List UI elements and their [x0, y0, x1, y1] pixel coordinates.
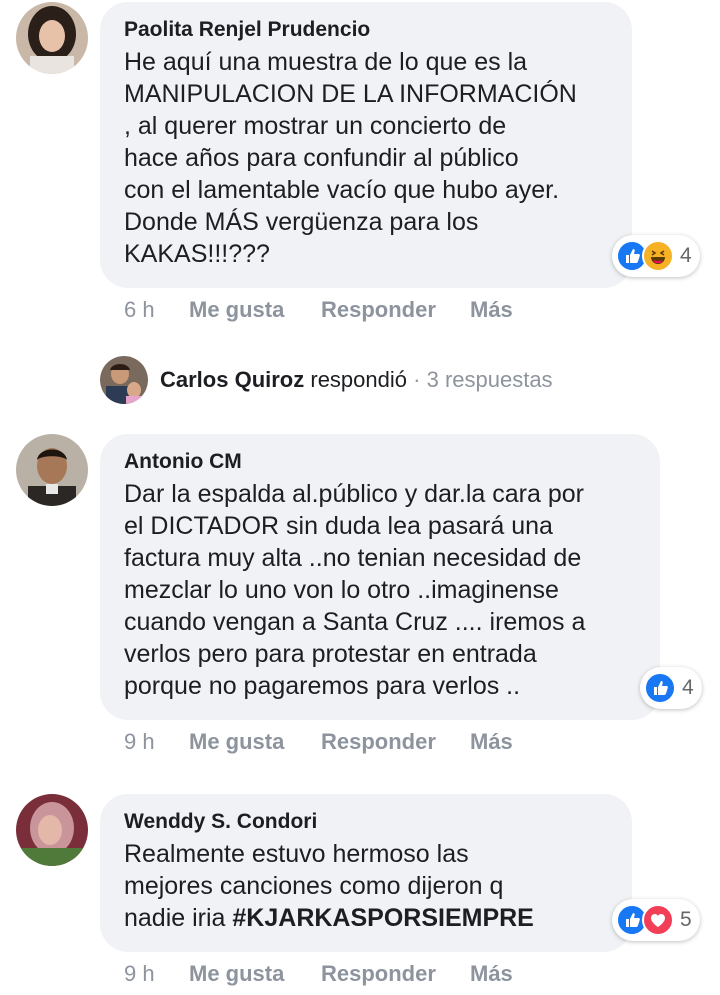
reply-summary[interactable]: Carlos Quiroz respondió · 3 respuestas	[160, 365, 553, 395]
comment-line: el DICTADOR sin duda lea pasará una	[124, 512, 553, 540]
comment-actions: 6 h Me gusta Responder Más	[124, 295, 544, 325]
avatar[interactable]	[16, 2, 88, 74]
comment-actions: 9 h Me gusta Responder Más	[124, 959, 544, 989]
comment-author[interactable]: Paolita Renjel Prudencio	[124, 16, 608, 44]
comment-line: cuando vengan a Santa Cruz .... iremos a	[124, 608, 586, 636]
comment-line: He aquí una muestra de lo que es la	[124, 48, 528, 76]
more-link[interactable]: Más	[470, 295, 513, 325]
comment-line: con el lamentable vacío que hubo ayer.	[124, 176, 560, 204]
comment-bubble: Paolita Renjel Prudencio He aquí una mue…	[100, 2, 632, 288]
haha-icon	[642, 240, 674, 272]
reply-author[interactable]: Carlos Quiroz	[160, 367, 304, 392]
comment-line: hace años para confundir al público	[124, 144, 519, 172]
comment-line: mejores canciones como dijeron q	[124, 872, 504, 900]
comment-line: KAKAS!!!???	[124, 240, 270, 268]
comment-text: Realmente estuvo hermoso las mejores can…	[124, 838, 608, 934]
comment-line: porque no pagaremos para verlos ..	[124, 672, 521, 700]
reply-link[interactable]: Responder	[321, 727, 436, 757]
comment-line: verlos pero para protestar en entrada	[124, 640, 537, 668]
comment-time[interactable]: 9 h	[124, 959, 155, 989]
comment-line: MANIPULACION DE LA INFORMACIÓN	[124, 80, 577, 108]
reactions-summary[interactable]: 5	[612, 899, 700, 941]
comment-line: Donde MÁS vergüenza para los	[124, 208, 479, 236]
comment-line: Dar la espalda al.público y dar.la cara …	[124, 480, 584, 508]
reaction-count: 4	[680, 244, 692, 267]
more-link[interactable]: Más	[470, 727, 513, 757]
reply-link[interactable]: Responder	[321, 959, 436, 989]
comment-time[interactable]: 6 h	[124, 295, 155, 325]
like-link[interactable]: Me gusta	[189, 295, 284, 325]
more-link[interactable]: Más	[470, 959, 513, 989]
comment-text: Dar la espalda al.público y dar.la cara …	[124, 478, 636, 702]
comment-text: He aquí una muestra de lo que es la MANI…	[124, 46, 608, 270]
love-icon	[642, 904, 674, 936]
comment-bubble: Wenddy S. Condori Realmente estuvo hermo…	[100, 794, 632, 952]
comment-actions: 9 h Me gusta Responder Más	[124, 727, 544, 757]
reply-link[interactable]: Responder	[321, 295, 436, 325]
reactions-summary[interactable]: 4	[640, 667, 702, 709]
comment-line: mezclar lo uno von lo otro ..imaginense	[124, 576, 559, 604]
reply-avatar[interactable]	[100, 356, 148, 404]
comment-line: Realmente estuvo hermoso las	[124, 840, 469, 868]
like-link[interactable]: Me gusta	[189, 727, 284, 757]
like-link[interactable]: Me gusta	[189, 959, 284, 989]
comment-author[interactable]: Antonio CM	[124, 448, 636, 476]
avatar[interactable]	[16, 434, 88, 506]
avatar[interactable]	[16, 794, 88, 866]
reaction-count: 4	[682, 676, 694, 699]
hashtag-link[interactable]: #KJARKASPORSIEMPRE	[232, 904, 533, 932]
reaction-count: 5	[680, 908, 692, 931]
comment-line: , al querer mostrar un concierto de	[124, 112, 507, 140]
comment-bubble: Antonio CM Dar la espalda al.público y d…	[100, 434, 660, 720]
reply-count[interactable]: 3 respuestas	[427, 367, 553, 392]
comment-line: factura muy alta ..no tenian necesidad d…	[124, 544, 582, 572]
comment-time[interactable]: 9 h	[124, 727, 155, 757]
comment-line-text: nadie iria	[124, 904, 233, 932]
reply-separator: ·	[413, 367, 421, 392]
comment-author[interactable]: Wenddy S. Condori	[124, 808, 608, 836]
like-icon	[644, 672, 676, 704]
reactions-summary[interactable]: 4	[612, 235, 700, 277]
reply-verb: respondió	[310, 367, 408, 392]
comment-line: nadie iria #KJARKASPORSIEMPRE	[124, 902, 608, 934]
